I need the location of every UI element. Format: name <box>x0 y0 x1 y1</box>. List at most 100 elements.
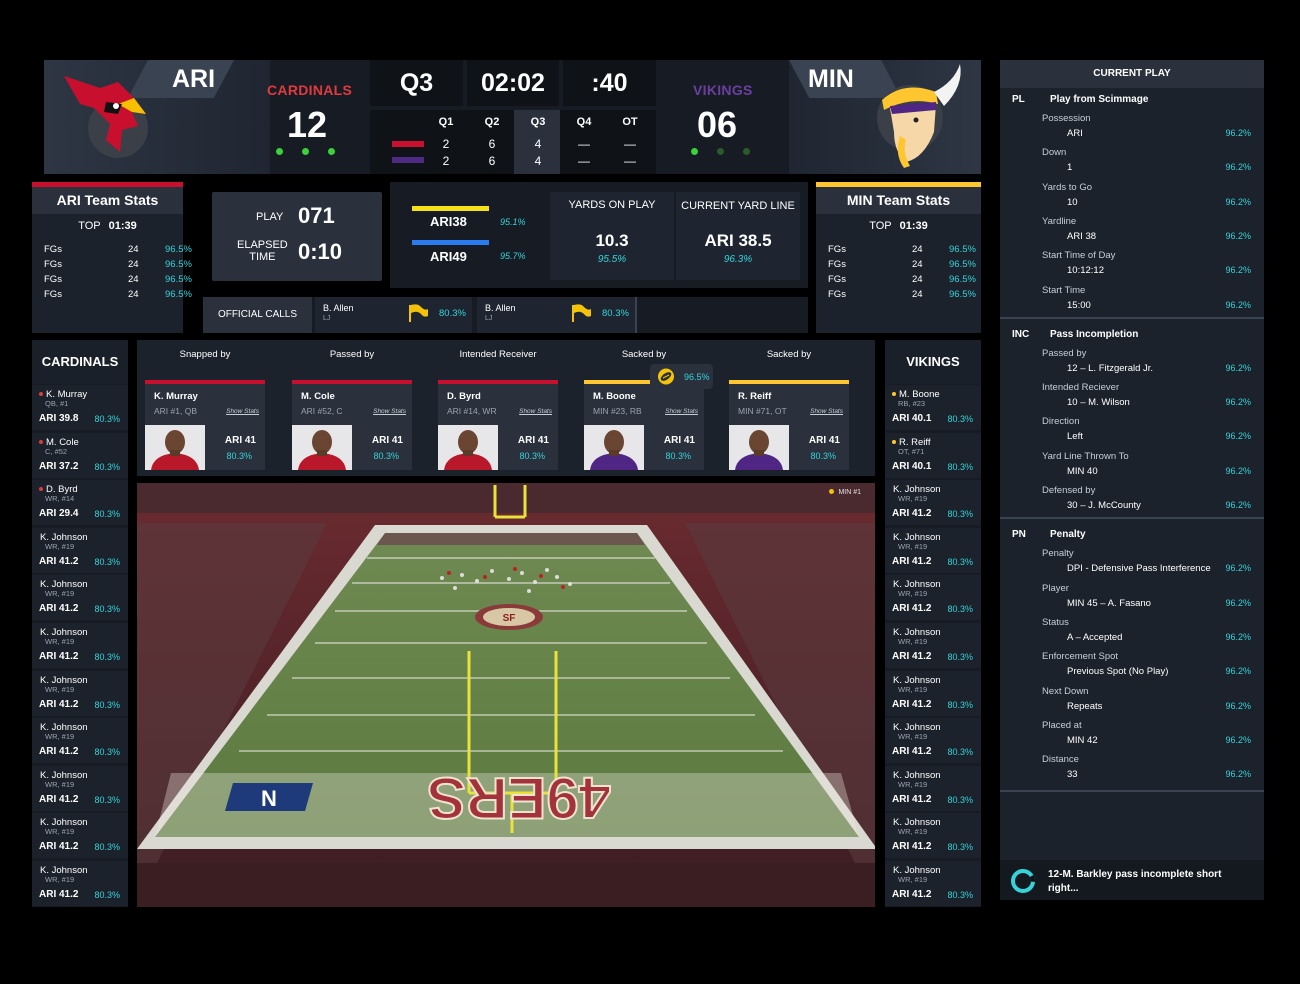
away-quarter-score: 4 <box>534 154 542 168</box>
stat-value: 24 <box>128 244 139 255</box>
player-position: WR, #19 <box>45 684 75 694</box>
field-value: 30 – J. McCounty <box>1067 500 1141 511</box>
show-stats-link[interactable]: Show Stats <box>519 408 552 415</box>
roster-player[interactable]: K. Johnson WR, #19 ARI 41.2 80.3% <box>32 575 128 621</box>
line-label: ARI49 <box>430 249 467 264</box>
involvement-card[interactable]: D. Byrd ARI #14, WR Show Stats ARI 41 80.3% <box>438 380 558 470</box>
stat-label: FGs <box>44 244 62 255</box>
play-summary[interactable]: 12-M. Barkley pass incomplete short righ… <box>1000 860 1264 900</box>
involvement-card[interactable]: M. Boone MIN #23, RB Show Stats ARI 41 80.3% <box>584 380 704 470</box>
loading-ring-icon <box>1011 869 1035 893</box>
vikings-roster: VIKINGS M. Boone RB, #23 ARI 40.1 80.3% R. R… <box>885 340 981 907</box>
roster-player[interactable]: K. Murray QB, #1 ARI 39.8 80.3% <box>32 385 128 430</box>
field-pct: 96.2% <box>1225 563 1251 574</box>
yard-line-label: CURRENT YARD LINE <box>681 200 795 212</box>
roster-player[interactable]: K. Johnson WR, #19 ARI 41.2 80.3% <box>32 718 128 764</box>
roster-player[interactable]: K. Johnson WR, #19 ARI 41.2 80.3% <box>32 813 128 859</box>
roster-player[interactable]: K. Johnson WR, #19 ARI 41.2 80.3% <box>885 623 981 668</box>
player-pct: 80.3% <box>519 451 545 461</box>
roster-player[interactable]: K. Johnson WR, #19 ARI 41.2 80.3% <box>32 527 128 573</box>
roster-player[interactable]: K. Johnson WR, #19 ARI 41.2 80.3% <box>885 480 981 526</box>
roster-player[interactable]: K. Johnson WR, #19 ARI 41.2 80.3% <box>32 670 128 716</box>
top-value: 01:39 <box>899 220 928 232</box>
roster-player[interactable]: K. Johnson WR, #19 ARI 41.2 80.3% <box>885 527 981 573</box>
field-camera-view[interactable]: SF 49ERS N MIN #1 <box>137 483 875 907</box>
away-color-bar <box>392 157 424 163</box>
quarter-header: Q1 <box>438 116 454 128</box>
field-value: Previous Spot (No Play) <box>1067 666 1169 678</box>
field-pct: 96.2% <box>1225 769 1251 780</box>
player-pct: 80.3% <box>947 461 973 472</box>
involvement-card[interactable]: R. Reiff MIN #71, OT Show Stats ARI 41 80.3% <box>729 380 849 470</box>
player-name: R. Reiff <box>738 391 772 402</box>
field-label: Yards to Go <box>1042 181 1092 193</box>
penalty-flag-icon <box>572 304 591 322</box>
player-detail: ARI #1, QB <box>154 406 197 416</box>
show-stats-link[interactable]: Show Stats <box>226 408 259 415</box>
roster-player[interactable]: K. Johnson WR, #19 ARI 41.2 80.3% <box>32 623 128 668</box>
ari-stats-title: ARI Team Stats <box>32 187 183 214</box>
roster-player[interactable]: M. Boone RB, #23 ARI 40.1 80.3% <box>885 385 981 430</box>
roster-player[interactable]: K. Johnson WR, #19 ARI 41.2 80.3% <box>885 718 981 764</box>
involvement-card[interactable]: K. Murray ARI #1, QB Show Stats ARI 41 80.3% <box>145 380 265 470</box>
field-pct: 96.2% <box>1225 362 1251 373</box>
player-pct: 80.3% <box>94 747 120 758</box>
ari38-line-color <box>412 206 489 211</box>
field-overlay-tag: MIN #1 <box>829 489 861 496</box>
stat-label: FGs <box>828 259 846 270</box>
roster-player[interactable]: D. Byrd WR, #14 ARI 29.4 80.3% <box>32 480 128 526</box>
roster-player[interactable]: K. Johnson WR, #19 ARI 41.2 80.3% <box>885 861 981 906</box>
field-pct: 96.2% <box>1225 162 1251 173</box>
play-number: 071 <box>298 203 335 228</box>
away-quarter-score: — <box>578 154 590 168</box>
home-quarter-score: 2 <box>442 137 450 151</box>
player-pct: 80.3% <box>94 652 120 662</box>
field-label: Penalty <box>1042 548 1074 560</box>
player-name: M. Cole <box>301 391 335 402</box>
roster-player[interactable]: K. Johnson WR, #19 ARI 41.2 80.3% <box>885 765 981 811</box>
official-pos: LJ <box>485 315 493 322</box>
top-label: TOP <box>869 220 892 232</box>
player-yard: ARI 41 <box>517 435 549 446</box>
roster-player[interactable]: K. Johnson WR, #19 ARI 41.2 80.3% <box>32 861 128 906</box>
field-label: Passed by <box>1042 347 1087 359</box>
ball-badge-pct: 96.5% <box>684 372 710 382</box>
player-position: WR, #19 <box>898 779 928 789</box>
player-position: C, #52 <box>45 446 68 456</box>
stat-label: FGs <box>44 259 62 270</box>
yellow-dot-icon <box>829 489 835 494</box>
stat-value: 24 <box>128 289 139 300</box>
player-yard: ARI 41 <box>371 435 403 446</box>
cardinals-roster: CARDINALS K. Murray QB, #1 ARI 39.8 80.3% M.… <box>32 340 128 907</box>
player-detail: MIN #71, OT <box>738 406 787 416</box>
player-detail: ARI #52, C <box>301 406 343 416</box>
roster-player[interactable]: M. Cole C, #52 ARI 37.2 80.3% <box>32 432 128 478</box>
field-overlay-label: MIN #1 <box>838 489 861 496</box>
involvement-role: Snapped by <box>179 349 231 360</box>
roster-player[interactable]: K. Johnson WR, #19 ARI 41.2 80.3% <box>885 575 981 621</box>
stat-row: FGs 24 96.5% <box>32 289 192 304</box>
player-yard: ARI 41.2 <box>892 651 932 662</box>
roster-player[interactable]: K. Johnson WR, #19 ARI 41.2 80.3% <box>885 813 981 859</box>
roster-player[interactable]: K. Johnson WR, #19 ARI 41.2 80.3% <box>885 670 981 716</box>
roster-player[interactable]: K. Johnson WR, #19 ARI 41.2 80.3% <box>32 765 128 811</box>
involvement-card[interactable]: M. Cole ARI #52, C Show Stats ARI 41 80.3% <box>292 380 412 470</box>
player-involvement: Snapped by K. Murray ARI #1, QB Show Stats A… <box>137 340 875 476</box>
field-pct: 96.2% <box>1225 700 1251 711</box>
player-pct: 80.3% <box>947 890 973 900</box>
show-stats-link[interactable]: Show Stats <box>810 408 843 415</box>
field-value: A – Accepted <box>1067 631 1123 643</box>
show-stats-link[interactable]: Show Stats <box>373 408 406 415</box>
official-name: B. Allen <box>323 303 354 313</box>
show-stats-link[interactable]: Show Stats <box>665 408 698 415</box>
field-label: Player <box>1042 582 1069 594</box>
home-quarter-score: 6 <box>488 137 496 151</box>
section-code: PL <box>1012 94 1025 105</box>
roster-player[interactable]: R. Reiff OT, #71 ARI 40.1 80.3% <box>885 432 981 478</box>
player-pct: 80.3% <box>665 451 691 461</box>
player-yard: ARI 41.2 <box>39 698 79 710</box>
player-yard: ARI 41.2 <box>892 603 932 615</box>
official-call[interactable]: B. Allen LJ 80.3% <box>477 297 637 333</box>
official-call[interactable]: B. Allen LJ 80.3% <box>315 297 472 333</box>
official-pct: 80.3% <box>439 308 466 319</box>
